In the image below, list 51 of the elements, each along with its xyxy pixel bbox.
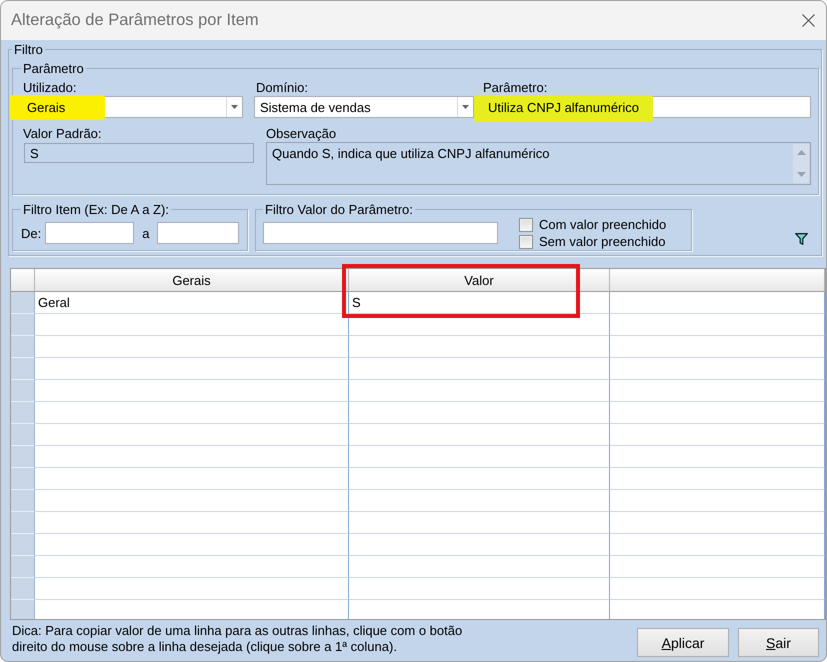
row-header[interactable] [11,578,35,600]
row-header[interactable] [11,358,35,380]
row-header[interactable] [11,314,35,336]
filter-icon[interactable] [795,233,808,245]
checkbox-label[interactable]: Sem valor preenchido [539,234,666,249]
row-header[interactable] [11,556,35,578]
row-header[interactable] [11,490,35,512]
field-label: a [142,226,150,240]
text-field[interactable] [263,222,498,244]
hint-text: Dica: Para copiar valor de uma linha para as outras linhas, clique com o botão direito do mouse sobre a linha desejada (clique sobre a 1ª coluna). [12,623,464,656]
checkbox[interactable] [519,218,533,232]
down-arrow-icon[interactable] [796,172,806,177]
dropdown-field[interactable]: Sistema de vendas [254,96,474,118]
column-header[interactable]: Gerais [35,269,349,292]
text-field[interactable] [45,222,134,244]
row-header[interactable] [11,424,35,446]
row-header[interactable] [11,292,35,314]
checkbox-label[interactable]: Com valor preenchido [539,217,666,232]
row-header[interactable] [11,534,35,556]
row-header[interactable] [11,446,35,468]
field-label: Parâmetro: [482,80,548,95]
memo-field: Quando S, indica que utiliza CNPJ alfanumérico [266,142,811,185]
row-header[interactable] [11,380,35,402]
dialog-button[interactable]: Aplicar [637,628,729,657]
field-label: Observação [266,126,338,141]
group-title: Filtro [13,42,44,57]
row-header[interactable] [11,600,35,619]
field-label: Domínio: [255,80,310,95]
corner-header [11,269,35,292]
row-header[interactable] [11,468,35,490]
read-only-field: S [24,143,254,163]
text-field[interactable] [157,222,240,244]
table-cell: S [349,292,610,314]
row-header[interactable] [11,512,35,534]
group-title: Filtro Item (Ex: De A a Z): [22,202,170,217]
group-title: Filtro Valor do Parâmetro: [264,202,414,217]
field-label: Valor Padrão: [22,126,103,141]
caret-down-icon [462,105,469,109]
up-arrow-icon[interactable] [796,150,806,155]
row-header[interactable] [11,402,35,424]
dialog-button[interactable]: Sair [738,628,819,657]
row-header[interactable] [11,336,35,358]
close-icon [802,14,814,27]
checkbox[interactable] [519,234,533,248]
column-header[interactable]: Valor [349,269,610,292]
group-title: Parâmetro [22,61,85,76]
caret-down-icon [231,105,238,109]
field-label: Utilizado: [22,80,78,95]
window-title: Alteração de Parâmetros por Item [11,11,259,30]
field-label: De: [21,226,42,240]
table-cell: Geral [35,292,349,314]
